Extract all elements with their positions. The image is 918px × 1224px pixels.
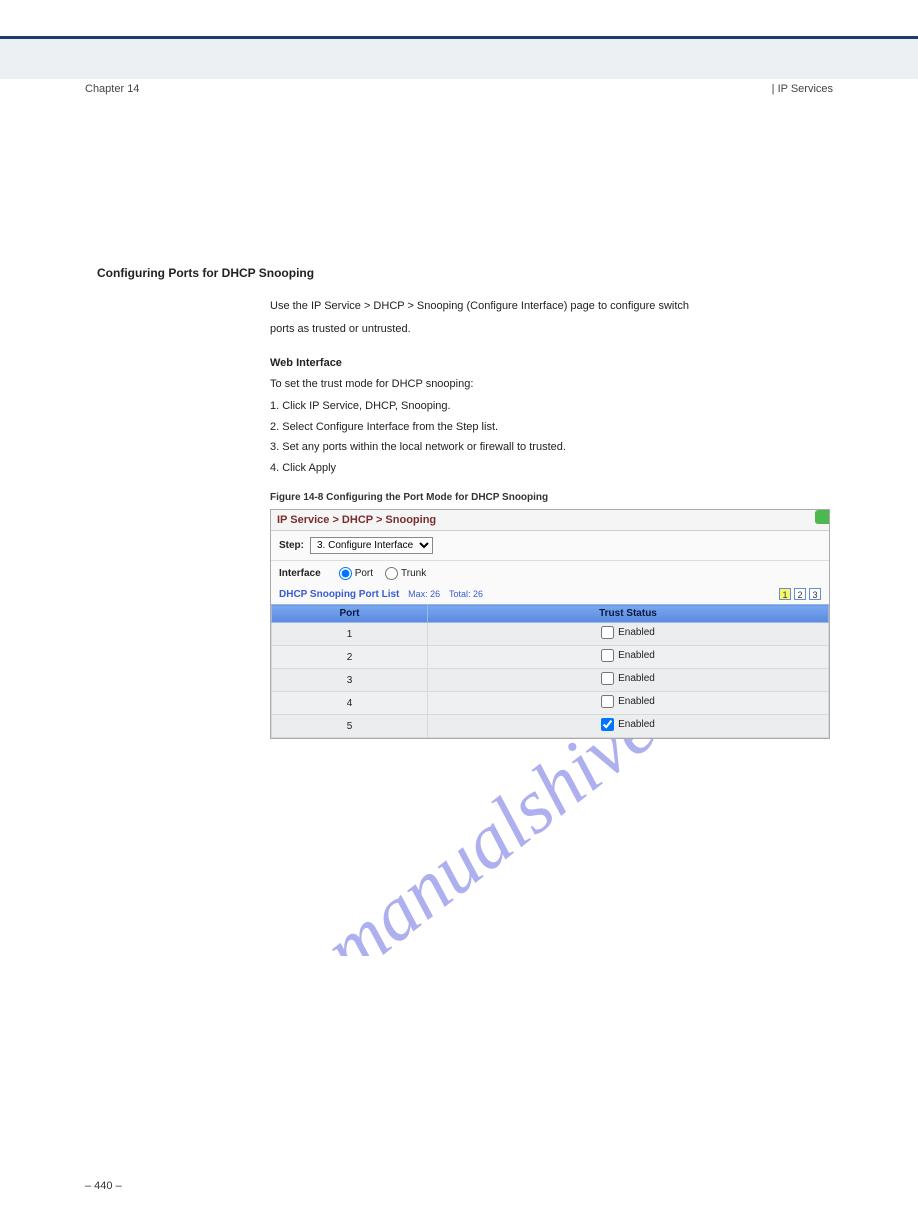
trust-checkbox[interactable] [601, 626, 614, 639]
interface-label: Interface [279, 568, 321, 579]
pager: 1 2 3 [779, 588, 821, 600]
step-select[interactable]: 3. Configure Interface [310, 537, 433, 554]
trust-label: Enabled [618, 719, 655, 730]
list-max: Max: 26 [408, 589, 440, 599]
help-icon[interactable] [815, 510, 829, 524]
radio-port[interactable] [339, 567, 352, 580]
radio-port-text: Port [355, 568, 373, 579]
trust-cell: Enabled [427, 692, 828, 715]
radio-trunk[interactable] [385, 567, 398, 580]
web-intro: To set the trust mode for DHCP snooping: [270, 376, 835, 393]
trust-cell: Enabled [427, 669, 828, 692]
step-label: Step: [279, 540, 304, 551]
breadcrumb: IP Service > DHCP > Snooping [271, 510, 829, 531]
table-row: 3 Enabled [272, 669, 829, 692]
port-cell: 1 [272, 623, 428, 646]
table-row: 2 Enabled [272, 646, 829, 669]
table-row: 1 Enabled [272, 623, 829, 646]
table-row: 4 Enabled [272, 692, 829, 715]
page-content: Configuring Ports for DHCP Snooping Use … [85, 156, 835, 739]
radio-trunk-label[interactable]: Trunk [385, 567, 426, 580]
step-3: 3. Set any ports within the local networ… [270, 439, 835, 456]
step-4: 4. Click Apply [270, 460, 835, 477]
figure-caption: Figure 14-8 Configuring the Port Mode fo… [270, 492, 835, 503]
pager-1[interactable]: 1 [779, 588, 791, 600]
radio-trunk-text: Trunk [401, 568, 426, 579]
pager-3[interactable]: 3 [809, 588, 821, 600]
trust-checkbox[interactable] [601, 718, 614, 731]
list-title-row: DHCP Snooping Port List Max: 26 Total: 2… [271, 586, 829, 604]
list-total: Total: 26 [449, 589, 483, 599]
web-heading: Web Interface [270, 355, 835, 372]
table-row: 5 Enabled [272, 715, 829, 738]
section-heading: Configuring Ports for DHCP Snooping [97, 266, 835, 280]
radio-port-label[interactable]: Port [339, 567, 373, 580]
breadcrumb-text: IP Service > DHCP > Snooping [277, 514, 436, 526]
interface-row: Interface Port Trunk [271, 561, 829, 586]
pager-2[interactable]: 2 [794, 588, 806, 600]
port-cell: 2 [272, 646, 428, 669]
chapter-label: Chapter 14 [85, 83, 139, 95]
port-table: Port Trust Status 1 Enabled 2 Enabled 3 Enabl… [271, 604, 829, 738]
header-band [0, 39, 918, 79]
trust-label: Enabled [618, 673, 655, 684]
port-cell: 3 [272, 669, 428, 692]
col-port: Port [272, 605, 428, 623]
trust-label: Enabled [618, 627, 655, 638]
port-cell: 4 [272, 692, 428, 715]
list-title: DHCP Snooping Port List [279, 589, 399, 600]
col-trust: Trust Status [427, 605, 828, 623]
chapter-title: | IP Services [772, 83, 833, 95]
page-number: – 440 – [85, 1180, 122, 1192]
trust-checkbox[interactable] [601, 695, 614, 708]
step-row: Step: 3. Configure Interface [271, 531, 829, 561]
step-2: 2. Select Configure Interface from the S… [270, 419, 835, 436]
trust-checkbox[interactable] [601, 672, 614, 685]
step-1: 1. Click IP Service, DHCP, Snooping. [270, 398, 835, 415]
trust-checkbox[interactable] [601, 649, 614, 662]
trust-cell: Enabled [427, 715, 828, 738]
trust-cell: Enabled [427, 623, 828, 646]
trust-label: Enabled [618, 696, 655, 707]
trust-label: Enabled [618, 650, 655, 661]
config-panel: IP Service > DHCP > Snooping Step: 3. Co… [270, 509, 830, 739]
port-cell: 5 [272, 715, 428, 738]
intro-line-2: ports as trusted or untrusted. [270, 321, 835, 338]
intro-line-1: Use the IP Service > DHCP > Snooping (Co… [270, 298, 835, 315]
trust-cell: Enabled [427, 646, 828, 669]
